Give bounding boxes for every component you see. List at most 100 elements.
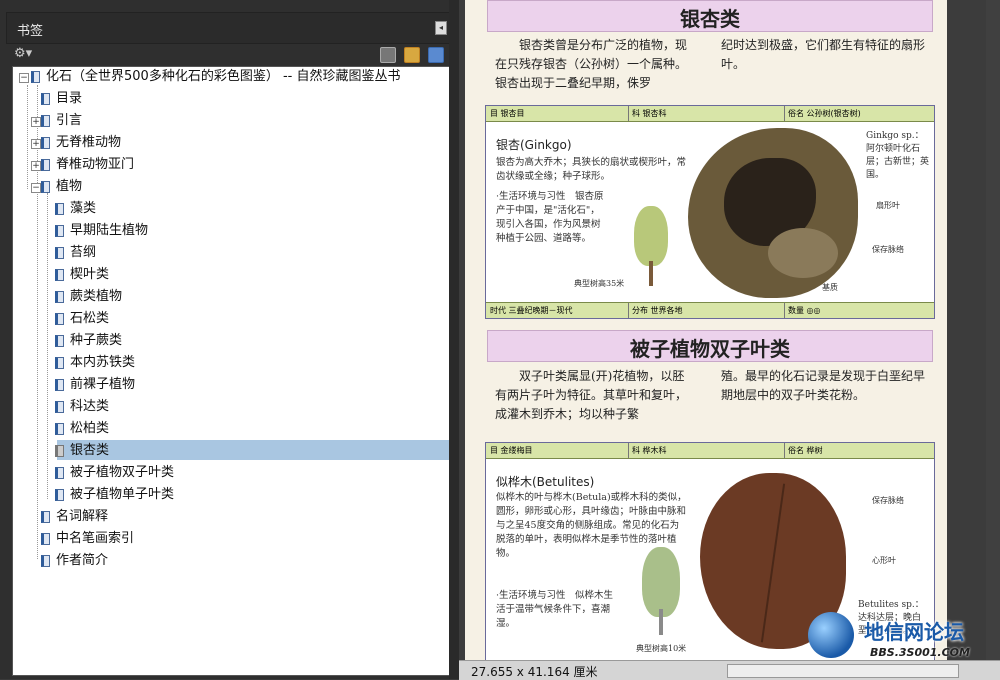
fossil-label: 心形叶 [872, 556, 896, 565]
tree-illustration [636, 547, 686, 635]
family-label: 科 银杏科 [628, 106, 785, 121]
panel-splitter[interactable] [449, 0, 459, 679]
habitat-text: ·生活环境与习性 似桦木生活于温带气候条件下，喜潮湿。 [496, 590, 614, 629]
bookmark-item[interactable]: 科达类 [55, 397, 109, 417]
bookmark-root[interactable]: 化石（全世界500多种化石的彩色图鉴） -- 自然珍藏图鉴丛书 [31, 67, 400, 87]
card-meta-top: 目 金缕梅目 科 桦木科 俗名 桦树 [486, 443, 934, 459]
bookmark-item[interactable]: 作者简介 [41, 551, 108, 571]
section-title: 银杏类 [680, 7, 740, 31]
era-label: 时代 三叠纪晚期－现代 [486, 303, 629, 318]
quantity-label: 数量 ◎◎ [788, 306, 821, 315]
tree-illustration [626, 206, 676, 286]
bookmark-item[interactable]: 无脊椎动物 [41, 133, 121, 153]
fossil-label: 基质 [822, 283, 838, 292]
section-title: 被子植物双子叶类 [630, 337, 790, 361]
bookmark-item[interactable]: 松柏类 [55, 419, 109, 439]
globe-icon [808, 612, 854, 658]
distribution-label: 分布 世界各地 [628, 303, 785, 318]
section-banner: 银杏类 [487, 0, 933, 32]
bookmark-icon [41, 92, 50, 105]
bookmark-item[interactable]: 脊椎动物亚门 [41, 155, 134, 175]
bookmark-item[interactable]: 藻类 [55, 199, 96, 219]
order-label: 目 银杏目 [486, 106, 629, 121]
bookmark-icon [55, 246, 64, 259]
bookmark-item-selected[interactable]: 银杏类 [55, 441, 109, 461]
bookmark-icon [55, 400, 64, 413]
bookmark-properties-icon[interactable] [428, 47, 444, 63]
selected-row-highlight [57, 440, 449, 460]
alias-label: 俗名 桦树 [788, 446, 823, 455]
intro-text-right: 纪时达到极盛，它们都生有特征的扇形叶。 [721, 38, 926, 71]
bookmark-icon [55, 334, 64, 347]
specimen-source: Ginkgo sp.：阿尔顿叶化石层；古新世；英国。 [866, 131, 930, 180]
delete-bookmark-icon[interactable] [380, 47, 396, 63]
bookmark-item[interactable]: 名词解释 [41, 507, 108, 527]
bookmark-icon [41, 136, 50, 149]
order-label: 目 金缕梅目 [486, 443, 629, 458]
expand-toggle[interactable]: + [31, 139, 41, 149]
bookmark-icon [55, 466, 64, 479]
bookmark-icon [41, 158, 50, 171]
bookmark-item[interactable]: 种子蕨类 [55, 331, 122, 351]
fossil-label: 保存脉络 [872, 496, 904, 505]
fossil-image [688, 128, 858, 298]
bookmark-icon [41, 180, 50, 193]
bookmark-item[interactable]: 中名笔画索引 [41, 529, 134, 549]
watermark-title: 地信网论坛 [864, 620, 964, 644]
section-banner: 被子植物双子叶类 [487, 330, 933, 362]
new-bookmark-icon[interactable] [404, 47, 420, 63]
bookmark-icon [55, 312, 64, 325]
bookmark-item[interactable]: 本内苏铁类 [55, 353, 135, 373]
options-gear-icon[interactable]: ⚙▾ [14, 47, 34, 61]
specimen-description: 银杏为高大乔木；具狭长的扇状或楔形叶，常齿状缘或全缘；种子球形。 [496, 157, 687, 182]
family-label: 科 桦木科 [628, 443, 785, 458]
specimen-card: 目 银杏目 科 银杏科 俗名 公孙树(银杏树) 银杏(Ginkgo) 银杏为高大… [485, 105, 935, 319]
card-meta-top: 目 银杏目 科 银杏科 俗名 公孙树(银杏树) [486, 106, 934, 122]
bookmark-icon [41, 114, 50, 127]
expand-toggle[interactable]: + [31, 117, 41, 127]
expand-toggle[interactable]: + [31, 161, 41, 171]
watermark-logo: 地信网论坛 BBS.3S001.COM [808, 610, 998, 670]
bookmark-icon [55, 356, 64, 369]
intro-text-left: 银杏类曾是分布广泛的植物，现在只残存银杏（公孙树）一个属种。银杏出现于二叠纪早期… [495, 38, 688, 90]
bookmark-item[interactable]: 苔纲 [55, 243, 96, 263]
fossil-label: 扇形叶 [876, 201, 900, 210]
root-collapse-toggle[interactable]: − [19, 73, 29, 83]
vertical-scrollbar[interactable] [986, 0, 1000, 660]
bookmark-item[interactable]: 早期陆生植物 [55, 221, 148, 241]
tree-height-label: 典型树高35米 [574, 279, 625, 288]
bookmark-icon [55, 224, 64, 237]
bookmark-icon [55, 444, 64, 457]
bookmark-item[interactable]: 石松类 [55, 309, 109, 329]
bookmark-icon [41, 510, 50, 523]
bookmark-item[interactable]: 楔叶类 [55, 265, 109, 285]
panel-collapse-icon[interactable]: ◂ [435, 21, 447, 35]
bookmark-item[interactable]: 蕨类植物 [55, 287, 122, 307]
bookmark-item[interactable]: 被子植物单子叶类 [55, 485, 174, 505]
bookmark-item[interactable]: 目录 [41, 89, 82, 109]
bookmark-item[interactable]: 植物 [41, 177, 82, 197]
bookmark-icon [55, 202, 64, 215]
panel-header: 书签 ◂ [6, 12, 452, 44]
alias-label: 俗名 公孙树(银杏树) [788, 109, 861, 118]
bookmark-icon [41, 554, 50, 567]
intro-text-right: 殖。最早的化石记录是发现于白垩纪早期地层中的双子叶类花粉。 [721, 369, 926, 402]
specimen-name: 似桦木(Betulites) [496, 475, 595, 489]
bookmark-tree: − 化石（全世界500多种化石的彩色图鉴） -- 自然珍藏图鉴丛书 目录 + 引… [12, 66, 451, 676]
bookmark-icon [55, 488, 64, 501]
specimen-name: 银杏(Ginkgo) [496, 138, 572, 152]
card-meta-bottom: 时代 三叠纪晚期－现代 分布 世界各地 数量 ◎◎ [486, 302, 934, 318]
habitat-text: ·生活环境与习性 银杏原产于中国，是"活化石"，现引入各国，作为风景树种植于公园… [496, 191, 604, 244]
bookmark-icon [55, 378, 64, 391]
tree-height-label: 典型树高10米 [636, 644, 687, 653]
bookmark-item[interactable]: 被子植物双子叶类 [55, 463, 174, 483]
collapse-toggle[interactable]: − [31, 183, 41, 193]
bookmarks-panel: 书签 ◂ ⚙▾ − 化石（全世界500多种化石的彩色图鉴） -- 自然珍藏图鉴丛… [0, 0, 458, 679]
bookmark-icon [55, 290, 64, 303]
bookmark-item[interactable]: 前裸子植物 [55, 375, 135, 395]
bookmark-item[interactable]: 引言 [41, 111, 82, 131]
bookmark-icon [55, 422, 64, 435]
watermark-url: BBS.3S001.COM [870, 646, 970, 659]
panel-title: 书签 [17, 24, 44, 39]
document-viewer: 银杏类 银杏类曾是分布广泛的植物，现在只残存银杏（公孙树）一个属种。银杏出现于二… [459, 0, 1000, 680]
